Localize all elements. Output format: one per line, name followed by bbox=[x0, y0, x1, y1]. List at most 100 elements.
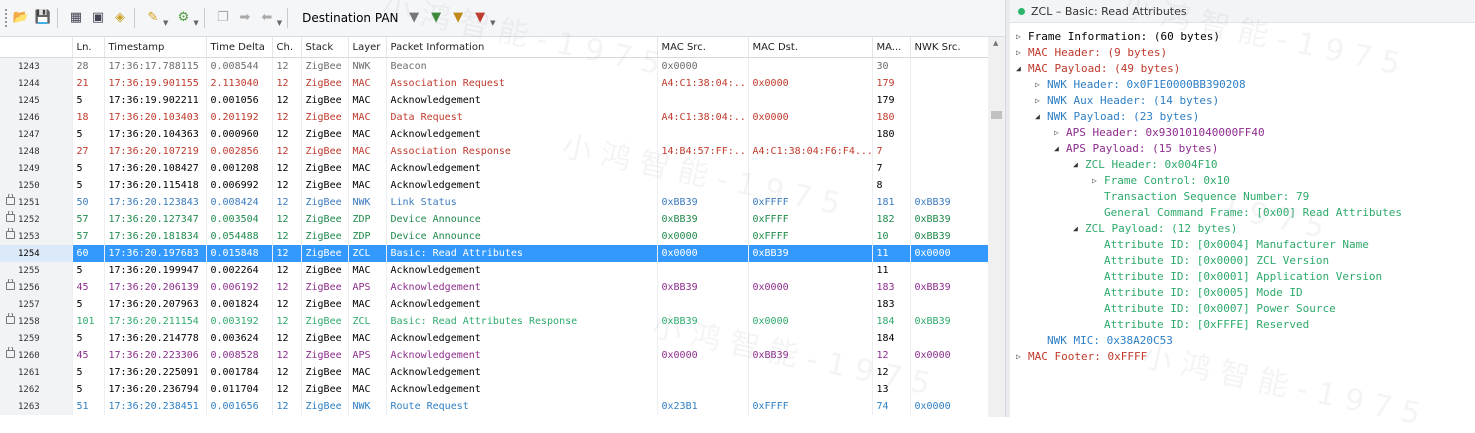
filter-edit-icon[interactable]: ▼ bbox=[449, 9, 467, 27]
collapsed-arrow-icon[interactable]: ▷ bbox=[1092, 173, 1104, 189]
cell-stack: ZigBee bbox=[301, 109, 349, 126]
table-row[interactable]: 1257 5 17:36:20.207963 0.001824 12 ZigBee MAC A… bbox=[0, 296, 988, 313]
tree-node[interactable]: ◢ ZCL Payload: (12 bytes) bbox=[1010, 221, 1475, 237]
open-folder-icon[interactable]: 📂 bbox=[12, 9, 30, 27]
expanded-arrow-icon[interactable]: ◢ bbox=[1054, 141, 1066, 157]
chevron-down-icon[interactable]: ▼ bbox=[277, 19, 282, 27]
collapsed-arrow-icon[interactable]: ▷ bbox=[1016, 29, 1028, 45]
chevron-down-icon[interactable]: ▼ bbox=[163, 19, 168, 27]
tree-node[interactable]: ▷ APS Header: 0x930101040000FF40 bbox=[1010, 125, 1475, 141]
collapsed-arrow-icon[interactable]: ▷ bbox=[1016, 45, 1028, 61]
copy-icon[interactable]: ❐ bbox=[214, 9, 232, 27]
tree-node[interactable]: ▷ MAC Header: (9 bytes) bbox=[1010, 45, 1475, 61]
tree-node[interactable]: ▷ NWK Aux Header: (14 bytes) bbox=[1010, 93, 1475, 109]
expanded-arrow-icon[interactable]: ◢ bbox=[1035, 109, 1047, 125]
table-row[interactable]: 1255 5 17:36:20.199947 0.002264 12 ZigBee MAC A… bbox=[0, 262, 988, 279]
cell-time-delta: 0.001208 bbox=[206, 160, 273, 177]
settings-icon[interactable]: ⚙ bbox=[174, 9, 192, 27]
cell-nwk-src bbox=[910, 330, 988, 347]
column-header[interactable]: Stack bbox=[301, 37, 349, 58]
cell-packet-info: Acknowledgement bbox=[386, 92, 658, 109]
column-header[interactable]: MA... bbox=[872, 37, 911, 58]
tree-node[interactable]: ◢ NWK Payload: (23 bytes) bbox=[1010, 109, 1475, 125]
tree-node[interactable]: NWK MIC: 0x38A20C53 bbox=[1010, 333, 1475, 349]
table-row[interactable]: 1249 5 17:36:20.108427 0.001208 12 ZigBee MAC A… bbox=[0, 160, 988, 177]
cell-layer: ZDP bbox=[348, 228, 387, 245]
column-header[interactable]: Packet Information bbox=[386, 37, 658, 58]
column-header[interactable]: Ln. bbox=[72, 37, 105, 58]
tree-node[interactable]: ▷ MAC Footer: 0xFFFF bbox=[1010, 349, 1475, 365]
table-row[interactable]: 1258 101 17:36:20.211154 0.003192 12 ZigBee ZC… bbox=[0, 313, 988, 330]
filter-remove-icon[interactable]: ▼ bbox=[471, 9, 489, 27]
tree-node[interactable]: Attribute ID: [0xFFFE] Reserved bbox=[1010, 317, 1475, 333]
tree-node[interactable]: Attribute ID: [0x0007] Power Source bbox=[1010, 301, 1475, 317]
tree-node[interactable]: Transaction Sequence Number: 79 bbox=[1010, 189, 1475, 205]
scrollbar-thumb[interactable] bbox=[991, 111, 1002, 119]
collapsed-arrow-icon[interactable]: ▷ bbox=[1016, 349, 1028, 365]
toolbar-grip[interactable] bbox=[4, 8, 8, 28]
column-header[interactable]: Time Delta bbox=[206, 37, 273, 58]
chevron-down-icon[interactable]: ▼ bbox=[490, 19, 495, 27]
tree-node[interactable]: General Command Frame: [0x00] Read Attri… bbox=[1010, 205, 1475, 221]
tree-node[interactable]: Attribute ID: [0x0005] Mode ID bbox=[1010, 285, 1475, 301]
table-row[interactable]: 1260 45 17:36:20.223306 0.008528 12 ZigBee APS… bbox=[0, 347, 988, 364]
filter-field-label[interactable]: Destination PAN ID bbox=[297, 6, 401, 30]
filter-plus-icon[interactable]: ▼ bbox=[427, 9, 445, 27]
column-header[interactable]: MAC Dst. bbox=[748, 37, 873, 58]
tree-node[interactable]: Attribute ID: [0x0001] Application Versi… bbox=[1010, 269, 1475, 285]
highlight-icon[interactable]: ✎ bbox=[144, 9, 162, 27]
table-row[interactable]: 1246 18 17:36:20.103403 0.201192 12 ZigBee MAC… bbox=[0, 109, 988, 126]
table-row[interactable]: 1263 51 17:36:20.238451 0.001656 12 ZigBee NWK… bbox=[0, 398, 988, 415]
chevron-down-icon[interactable]: ▼ bbox=[193, 19, 198, 27]
expanded-arrow-icon[interactable]: ◢ bbox=[1016, 61, 1028, 77]
column-header[interactable]: Layer bbox=[348, 37, 387, 58]
column-header[interactable]: Timestamp bbox=[104, 37, 207, 58]
tree-node[interactable]: ◢ ZCL Header: 0x004F10 bbox=[1010, 157, 1475, 173]
cell-mac-src bbox=[657, 330, 749, 347]
scroll-up-icon[interactable]: ▲ bbox=[993, 39, 998, 47]
table-row[interactable]: 1245 5 17:36:19.902211 0.001056 12 ZigBee MAC A… bbox=[0, 92, 988, 109]
tree-node-label: Attribute ID: [0x0001] Application Versi… bbox=[1104, 270, 1383, 283]
table-row[interactable]: 1253 57 17:36:20.181834 0.054488 12 ZigBee ZDP… bbox=[0, 228, 988, 245]
table-row[interactable]: 1259 5 17:36:20.214778 0.003624 12 ZigBee MAC A… bbox=[0, 330, 988, 347]
table-row[interactable]: 1250 5 17:36:20.115418 0.006992 12 ZigBee MAC A… bbox=[0, 177, 988, 194]
vertical-scrollbar[interactable]: ▲ bbox=[988, 37, 1005, 417]
table-row[interactable]: 1243 28 17:36:17.788115 0.008544 12 ZigBee NWK… bbox=[0, 57, 988, 75]
tree-node[interactable]: Attribute ID: [0x0004] Manufacturer Name bbox=[1010, 237, 1475, 253]
view-icon[interactable]: ▣ bbox=[89, 9, 107, 27]
table-row[interactable]: 1251 50 17:36:20.123843 0.008424 12 ZigBee NWK… bbox=[0, 194, 988, 211]
collapsed-arrow-icon[interactable]: ▷ bbox=[1035, 77, 1047, 93]
table-row[interactable]: 1256 45 17:36:20.206139 0.006192 12 ZigBee APS… bbox=[0, 279, 988, 296]
table-row[interactable]: 1262 5 17:36:20.236794 0.011704 12 ZigBee MAC A… bbox=[0, 381, 988, 398]
tree-node[interactable]: ◢ MAC Payload: (49 bytes) bbox=[1010, 61, 1475, 77]
column-header[interactable] bbox=[0, 37, 73, 58]
column-header[interactable]: Ch. bbox=[272, 37, 302, 58]
cell-layer: MAC bbox=[348, 364, 387, 381]
collapsed-arrow-icon[interactable]: ▷ bbox=[1054, 125, 1066, 141]
cell-nwk-src: 0xBB39 bbox=[910, 194, 988, 211]
back-icon[interactable]: ⬅ bbox=[258, 9, 276, 27]
expanded-arrow-icon[interactable]: ◢ bbox=[1073, 157, 1085, 173]
tree-node[interactable]: ◢ APS Payload: (15 bytes) bbox=[1010, 141, 1475, 157]
clear-icon[interactable]: ◈ bbox=[111, 9, 129, 27]
tree-node[interactable]: ▷ NWK Header: 0x0F1E0000BB390208 bbox=[1010, 77, 1475, 93]
table-row[interactable]: 1248 27 17:36:20.107219 0.002856 12 ZigBee MAC… bbox=[0, 143, 988, 160]
table-row[interactable]: 1244 21 17:36:19.901155 2.113040 12 ZigBee MAC… bbox=[0, 75, 988, 92]
table-row[interactable]: 1247 5 17:36:20.104363 0.000960 12 ZigBee MAC A… bbox=[0, 126, 988, 143]
forward-icon[interactable]: ➡ bbox=[236, 9, 254, 27]
table-row[interactable]: 1254 60 17:36:20.197683 0.015848 12 ZigBee ZCL… bbox=[0, 245, 988, 262]
save-icon[interactable]: 💾 bbox=[34, 9, 52, 27]
expanded-arrow-icon[interactable]: ◢ bbox=[1073, 221, 1085, 237]
column-header[interactable]: NWK Src. bbox=[910, 37, 988, 58]
tree-node[interactable]: ▷ Frame Control: 0x10 bbox=[1010, 173, 1475, 189]
columns-icon[interactable]: ▦ bbox=[67, 9, 85, 27]
filter-icon[interactable]: ▼ bbox=[405, 9, 423, 27]
cell-mac-src: 0xBB39 bbox=[657, 194, 749, 211]
cell-layer: MAC bbox=[348, 330, 387, 347]
column-header[interactable]: MAC Src. bbox=[657, 37, 749, 58]
tree-node[interactable]: ▷ Frame Information: (60 bytes) bbox=[1010, 29, 1475, 45]
tree-node[interactable]: Attribute ID: [0x0000] ZCL Version bbox=[1010, 253, 1475, 269]
collapsed-arrow-icon[interactable]: ▷ bbox=[1035, 93, 1047, 109]
table-row[interactable]: 1261 5 17:36:20.225091 0.001784 12 ZigBee MAC A… bbox=[0, 364, 988, 381]
table-row[interactable]: 1252 57 17:36:20.127347 0.003504 12 ZigBee ZDP… bbox=[0, 211, 988, 228]
